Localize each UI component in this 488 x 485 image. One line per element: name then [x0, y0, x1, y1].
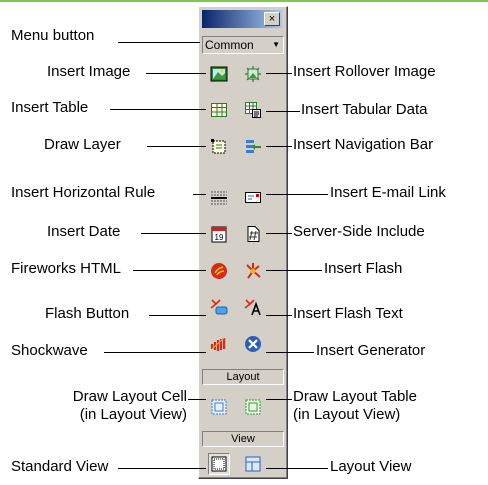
chevron-down-icon: ▼ — [272, 40, 280, 49]
date-icon: 19 — [211, 226, 227, 243]
label-draw-layout-cell: Draw Layout Cell — [72, 388, 187, 405]
label-draw-layer: Draw Layer — [44, 136, 121, 153]
email-link-icon — [245, 192, 261, 203]
insert-horizontal-rule-button[interactable] — [208, 186, 230, 208]
label-insert-flash: Insert Flash — [324, 260, 403, 277]
leader-line — [266, 146, 292, 147]
leader-line — [266, 399, 292, 400]
leader-line — [146, 73, 206, 74]
label-insert-table: Insert Table — [11, 99, 89, 116]
leader-line — [266, 233, 292, 234]
date-number: 19 — [215, 233, 224, 242]
label-insert-flash-text: Insert Flash Text — [293, 305, 403, 322]
shockwave-icon — [210, 337, 226, 351]
flash-icon — [246, 263, 261, 279]
flash-button-icon — [210, 299, 228, 315]
layout-view-button[interactable] — [242, 453, 264, 475]
label-insert-email-link: Insert E-mail Link — [330, 184, 446, 201]
leader-line — [266, 315, 292, 316]
draw-layout-table-button[interactable] — [242, 396, 264, 418]
label-insert-image: Insert Image — [47, 63, 131, 80]
label-insert-generator: Insert Generator — [316, 342, 426, 359]
insert-table-button[interactable] — [208, 99, 230, 121]
leader-line — [188, 399, 206, 400]
table-icon — [211, 103, 227, 117]
label-draw-layout-cell-sub: (in Layout View) — [79, 406, 187, 423]
leader-line — [266, 111, 300, 112]
layout-section-header: Layout — [202, 369, 284, 385]
label-server-side-include: Server-Side Include — [293, 223, 425, 240]
insert-flash-button[interactable] — [242, 260, 264, 282]
label-insert-navigation-bar: Insert Navigation Bar — [293, 136, 434, 153]
label-insert-horizontal-rule: Insert Horizontal Rule — [11, 184, 156, 201]
insert-email-link-button[interactable] — [242, 186, 264, 208]
leader-line — [266, 194, 328, 195]
leader-line — [147, 146, 206, 147]
leader-line — [104, 352, 206, 353]
view-section-header: View — [202, 431, 284, 447]
generator-icon — [245, 336, 261, 352]
leader-line — [149, 315, 206, 316]
leader-line — [118, 42, 200, 43]
leader-line — [266, 270, 322, 271]
leader-line — [266, 73, 292, 74]
standard-view-icon — [211, 456, 227, 472]
shockwave-button[interactable] — [208, 333, 230, 355]
insert-rollover-image-button[interactable] — [242, 63, 264, 85]
label-layout-view: Layout View — [330, 458, 412, 475]
palette-titlebar[interactable]: × — [202, 10, 282, 28]
label-menu-button: Menu button — [11, 27, 95, 44]
layout-view-icon — [245, 456, 261, 472]
leader-line — [141, 233, 206, 234]
leader-line — [133, 270, 206, 271]
server-side-include-icon — [247, 226, 260, 242]
category-menu-button[interactable]: Common ▼ — [202, 36, 284, 54]
label-fireworks-html: Fireworks HTML — [11, 260, 122, 277]
insert-tabular-data-button[interactable] — [242, 99, 264, 121]
label-standard-view: Standard View — [11, 458, 109, 475]
flash-text-icon — [244, 299, 261, 316]
insert-flash-text-button[interactable] — [242, 296, 264, 318]
leader-line — [266, 352, 314, 353]
draw-layer-button[interactable] — [208, 136, 230, 158]
layer-icon — [211, 139, 226, 154]
standard-view-button[interactable] — [208, 453, 230, 475]
label-insert-date: Insert Date — [47, 223, 121, 240]
insert-generator-button[interactable] — [242, 333, 264, 355]
layout-table-icon — [245, 399, 261, 415]
label-draw-layout-table: Draw Layout Table — [293, 388, 417, 405]
fireworks-html-icon — [211, 263, 227, 279]
image-icon — [210, 66, 228, 82]
leader-line — [266, 468, 328, 469]
close-button[interactable]: × — [264, 12, 280, 26]
layout-cell-icon — [211, 399, 227, 415]
leader-line — [193, 194, 206, 195]
leader-line — [118, 468, 206, 469]
horizontal-rule-icon — [211, 191, 227, 205]
category-label: Common — [205, 38, 254, 52]
objects-palette: × Common ▼ 19 Layout View — [198, 6, 288, 479]
insert-date-button[interactable]: 19 — [208, 223, 230, 245]
navigation-bar-icon — [246, 140, 261, 153]
fireworks-html-button[interactable] — [208, 260, 230, 282]
tabular-data-icon — [245, 102, 261, 118]
server-side-include-button[interactable] — [242, 223, 264, 245]
draw-layout-cell-button[interactable] — [208, 396, 230, 418]
label-shockwave: Shockwave — [11, 342, 88, 359]
flash-button-button[interactable] — [208, 296, 230, 318]
rollover-image-icon — [245, 66, 261, 82]
insert-navigation-bar-button[interactable] — [242, 136, 264, 158]
top-accent-line — [0, 0, 488, 2]
label-draw-layout-table-sub: (in Layout View) — [293, 406, 401, 423]
label-insert-rollover-image: Insert Rollover Image — [293, 63, 436, 80]
label-insert-tabular-data: Insert Tabular Data — [301, 101, 428, 118]
leader-line — [110, 109, 206, 110]
insert-image-button[interactable] — [208, 63, 230, 85]
label-flash-button: Flash Button — [45, 305, 130, 322]
